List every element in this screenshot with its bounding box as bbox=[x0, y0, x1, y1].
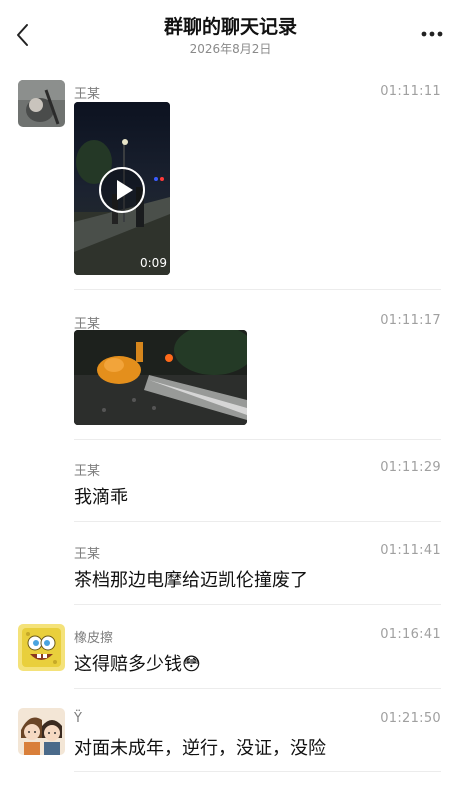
sender-name: 王某 bbox=[74, 87, 101, 102]
message-text: 这得赔多少钱😳 bbox=[74, 650, 201, 676]
message-time: 01:11:41 bbox=[380, 543, 441, 558]
message-text: 对面未成年，逆行，没证，没险 bbox=[74, 738, 326, 759]
message-text: 我滴乖 bbox=[74, 487, 128, 508]
message-time: 01:11:11 bbox=[380, 84, 441, 99]
message-time: 01:16:41 bbox=[380, 627, 441, 642]
message-time: 01:11:17 bbox=[380, 313, 441, 328]
sender-name: 王某 bbox=[74, 464, 101, 479]
divider bbox=[74, 521, 441, 522]
avatar[interactable] bbox=[18, 624, 65, 671]
play-icon[interactable] bbox=[98, 166, 146, 214]
sender-name: Ÿ bbox=[74, 711, 82, 726]
page-date: 2026年8月2日 bbox=[189, 42, 272, 56]
divider bbox=[74, 688, 441, 689]
message-text-content: 这得赔多少钱 bbox=[74, 654, 182, 675]
avatar[interactable] bbox=[18, 80, 65, 127]
avatar[interactable] bbox=[18, 708, 65, 755]
divider bbox=[74, 289, 441, 290]
video-duration: 0:09 bbox=[140, 256, 167, 270]
divider bbox=[74, 771, 441, 772]
message-time: 01:11:29 bbox=[380, 460, 441, 475]
sender-name: 橡皮擦 bbox=[74, 631, 114, 646]
message-time: 01:21:50 bbox=[380, 711, 441, 726]
sender-name: 王某 bbox=[74, 547, 101, 562]
divider bbox=[74, 604, 441, 605]
page-title: 群聊的聊天记录 bbox=[163, 16, 297, 38]
image-thumbnail[interactable] bbox=[74, 330, 247, 425]
more-dots-icon bbox=[421, 31, 443, 37]
flushed-emoji: 😳 bbox=[182, 654, 201, 675]
more-button[interactable] bbox=[417, 22, 447, 46]
header: 群聊的聊天记录 2026年8月2日 bbox=[0, 0, 461, 70]
message-text: 茶档那边电摩给迈凯伦撞废了 bbox=[74, 570, 308, 591]
divider bbox=[74, 439, 441, 440]
